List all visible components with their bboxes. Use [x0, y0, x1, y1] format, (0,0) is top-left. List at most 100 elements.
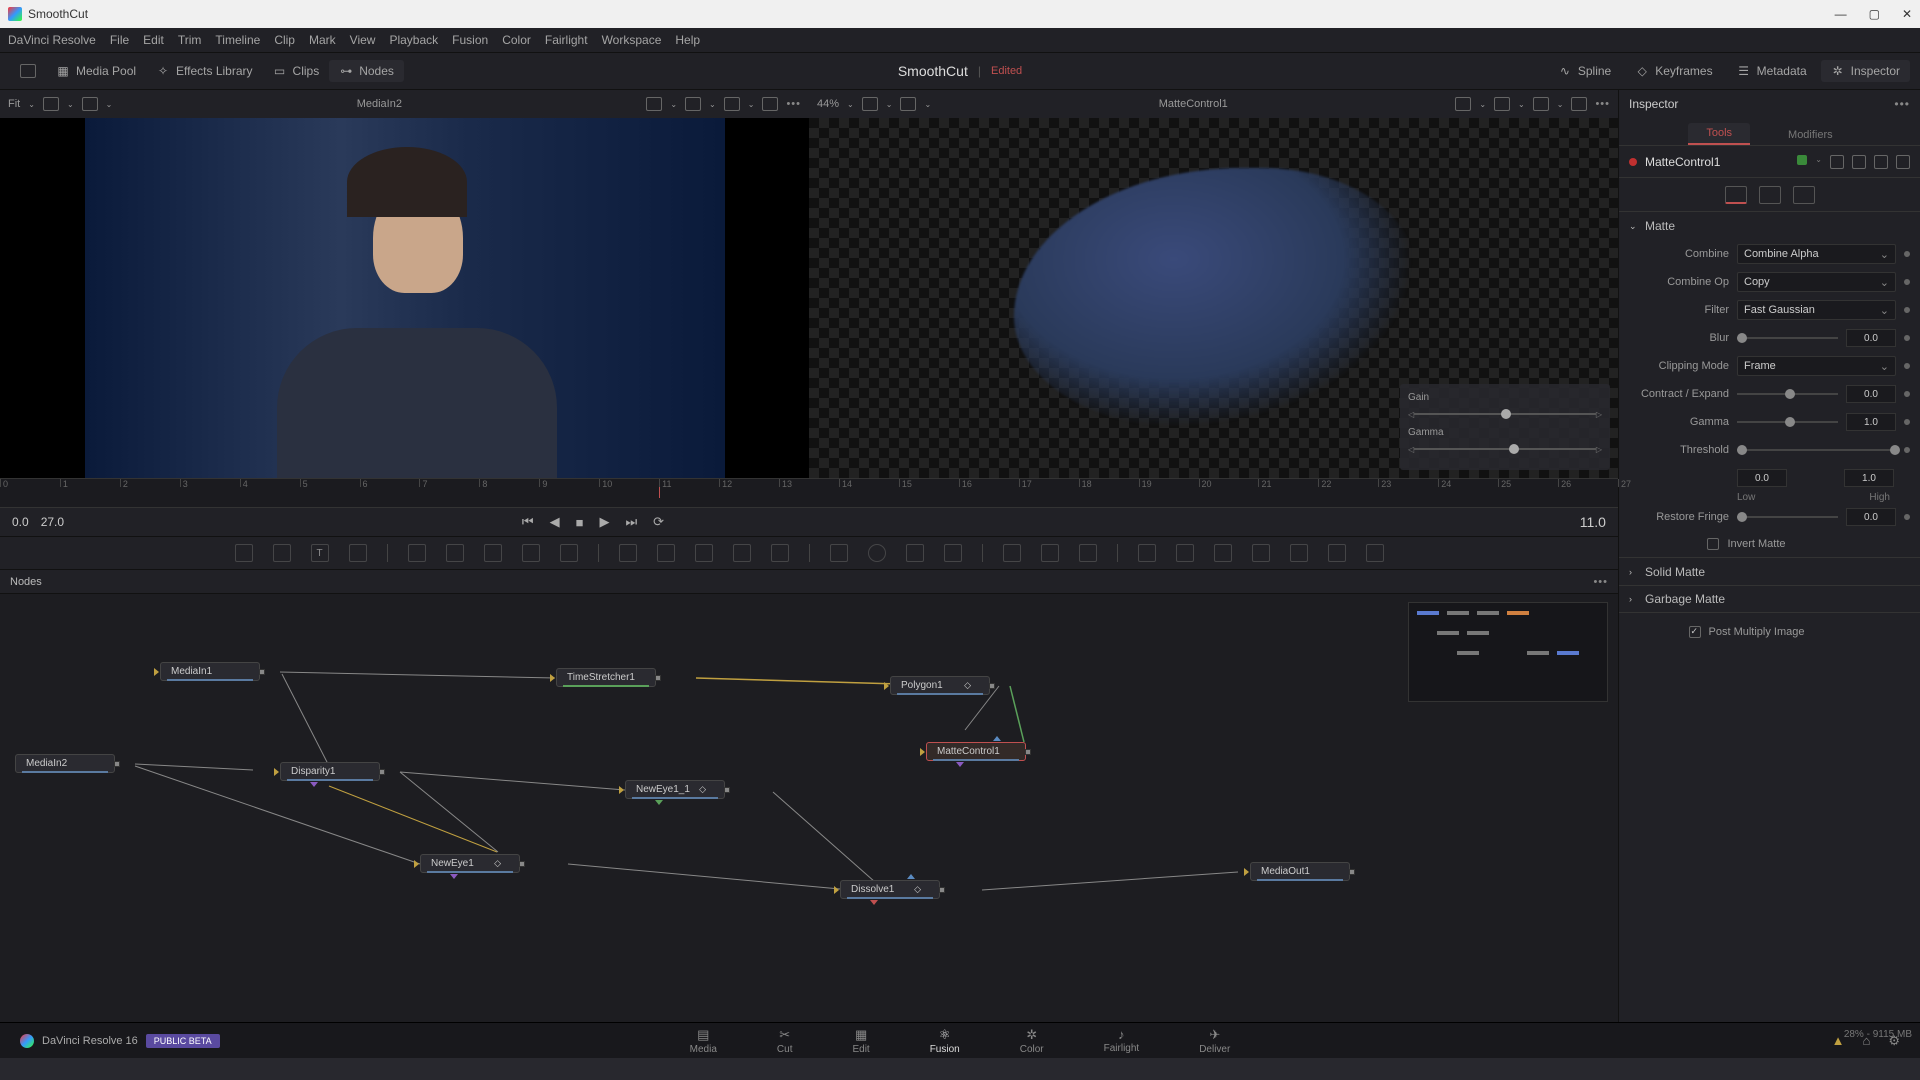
- grid-icon[interactable]: [724, 97, 740, 111]
- inspector-options-icon[interactable]: •••: [1894, 97, 1910, 111]
- gamma-field[interactable]: 1.0: [1846, 413, 1896, 431]
- layout-b-icon[interactable]: [82, 97, 98, 111]
- tool-transform-icon[interactable]: [657, 544, 675, 562]
- combineop-keyframe-icon[interactable]: [1904, 279, 1910, 285]
- home-icon[interactable]: ⌂: [1862, 1033, 1870, 1049]
- tool-3d-image-icon[interactable]: [1138, 544, 1156, 562]
- tool-text-icon[interactable]: T: [311, 544, 329, 562]
- tool-3d-merge-icon[interactable]: [1366, 544, 1384, 562]
- tool-ellipse-icon[interactable]: [868, 544, 886, 562]
- filter-keyframe-icon[interactable]: [1904, 307, 1910, 313]
- timeline-bar[interactable]: [0, 498, 1618, 508]
- menu-fairlight[interactable]: Fairlight: [545, 33, 588, 47]
- clips-button[interactable]: ▭Clips: [263, 60, 330, 82]
- gamma-slider[interactable]: ◁▷: [1408, 442, 1602, 456]
- pmi-checkbox[interactable]: [1689, 626, 1701, 638]
- tool-3d-light-icon[interactable]: [1290, 544, 1308, 562]
- threshold-high-field[interactable]: 1.0: [1844, 469, 1894, 487]
- zoom-dropdown[interactable]: 44%: [817, 98, 839, 110]
- combine-keyframe-icon[interactable]: [1904, 251, 1910, 257]
- menu-timeline[interactable]: Timeline: [215, 33, 260, 47]
- tool-polygon-icon[interactable]: [906, 544, 924, 562]
- lock-icon[interactable]: [1874, 155, 1888, 169]
- menu-trim[interactable]: Trim: [178, 33, 202, 47]
- tool-paint-icon[interactable]: [349, 544, 367, 562]
- tool-colorcorrect-icon[interactable]: [522, 544, 540, 562]
- channel-icon[interactable]: [685, 97, 701, 111]
- tab-tools[interactable]: Tools: [1688, 123, 1750, 145]
- invert-matte-checkbox[interactable]: [1707, 538, 1719, 550]
- menu-file[interactable]: File: [110, 33, 129, 47]
- tool-sharpen-icon[interactable]: [484, 544, 502, 562]
- left-viewer-canvas[interactable]: [0, 118, 809, 478]
- gamma-keyframe-icon[interactable]: [1904, 419, 1910, 425]
- warning-icon[interactable]: ▲: [1832, 1033, 1845, 1049]
- page-fairlight[interactable]: ♪Fairlight: [1104, 1027, 1140, 1054]
- minimize-button[interactable]: —: [1835, 7, 1847, 21]
- versions-icon[interactable]: [1830, 155, 1844, 169]
- restore-keyframe-icon[interactable]: [1904, 514, 1910, 520]
- grid2-icon[interactable]: [1533, 97, 1549, 111]
- goto-end-button[interactable]: ⏭: [625, 514, 637, 530]
- gain-slider[interactable]: ◁▷: [1408, 407, 1602, 421]
- settings-icon[interactable]: ⚙: [1888, 1033, 1900, 1049]
- menu-workspace[interactable]: Workspace: [602, 33, 662, 47]
- page-cut[interactable]: ✂Cut: [777, 1027, 793, 1055]
- metadata-button[interactable]: ☰Metadata: [1727, 60, 1817, 82]
- timeline-ruler[interactable]: 0123456789101112131415161718192021222324…: [0, 478, 1618, 498]
- pin-icon[interactable]: [1852, 155, 1866, 169]
- tab-modifiers[interactable]: Modifiers: [1770, 125, 1851, 145]
- layout-b2-icon[interactable]: [900, 97, 916, 111]
- menu-view[interactable]: View: [350, 33, 376, 47]
- step-back-button[interactable]: ◀: [550, 514, 560, 530]
- blur-field[interactable]: 0.0: [1846, 329, 1896, 347]
- node-dissolve[interactable]: Dissolve1◇: [840, 880, 940, 899]
- node-mediaout[interactable]: MediaOut1: [1250, 862, 1350, 881]
- range-start[interactable]: 0.0: [12, 515, 29, 529]
- tool-matte-icon[interactable]: [695, 544, 713, 562]
- page-deliver[interactable]: ✈Deliver: [1199, 1027, 1230, 1055]
- tool-background-icon[interactable]: [235, 544, 253, 562]
- tool-3d-shape-icon[interactable]: [1176, 544, 1194, 562]
- mode-1-icon[interactable]: [1759, 186, 1781, 204]
- tool-rectangle-icon[interactable]: [830, 544, 848, 562]
- layout-a-icon[interactable]: [43, 97, 59, 111]
- clipping-dropdown[interactable]: Frame: [1737, 356, 1896, 376]
- node-polygon[interactable]: Polygon1◇: [890, 676, 990, 695]
- page-media[interactable]: ▤Media: [690, 1027, 717, 1055]
- clipping-keyframe-icon[interactable]: [1904, 363, 1910, 369]
- tool-particles-icon[interactable]: [1003, 544, 1021, 562]
- node-timestretcher[interactable]: TimeStretcher1: [556, 668, 656, 687]
- menu-help[interactable]: Help: [675, 33, 700, 47]
- menu-color[interactable]: Color: [502, 33, 531, 47]
- node-mattecontrol[interactable]: MatteControl1: [926, 742, 1026, 761]
- node-mediain1[interactable]: MediaIn1: [160, 662, 260, 681]
- maximize-button[interactable]: ▢: [1869, 7, 1880, 21]
- blur-slider[interactable]: [1737, 337, 1838, 339]
- menu-edit[interactable]: Edit: [143, 33, 164, 47]
- tool-3d-camera-icon[interactable]: [1252, 544, 1270, 562]
- tool-pemitter-icon[interactable]: [1079, 544, 1097, 562]
- tool-resize-icon[interactable]: [771, 544, 789, 562]
- node-minimap[interactable]: [1408, 602, 1608, 702]
- section-matte[interactable]: ⌄Matte: [1619, 212, 1920, 240]
- inspector-button[interactable]: ✲Inspector: [1821, 60, 1910, 82]
- threshold-slider[interactable]: [1737, 449, 1896, 451]
- node-mediain2[interactable]: MediaIn2: [15, 754, 115, 773]
- fit-dropdown[interactable]: Fit: [8, 98, 20, 110]
- nodes-options-icon[interactable]: •••: [1593, 576, 1608, 588]
- section-garbage-matte[interactable]: ›Garbage Matte: [1619, 585, 1920, 613]
- close-button[interactable]: ✕: [1902, 7, 1912, 21]
- right-viewer-canvas[interactable]: Gain ◁▷ Gamma ◁▷: [809, 118, 1618, 478]
- play-button[interactable]: ▶: [599, 514, 609, 530]
- tool-tracker-icon[interactable]: [408, 544, 426, 562]
- media-pool-button[interactable]: ▦Media Pool: [46, 60, 146, 82]
- mode-2-icon[interactable]: [1793, 186, 1815, 204]
- blur-keyframe-icon[interactable]: [1904, 335, 1910, 341]
- menu-fusion[interactable]: Fusion: [452, 33, 488, 47]
- tool-blur-icon[interactable]: [446, 544, 464, 562]
- contract-slider[interactable]: [1737, 393, 1838, 395]
- node-neweye11[interactable]: NewEye1_1◇: [625, 780, 725, 799]
- page-fusion[interactable]: ⚛Fusion: [930, 1027, 960, 1055]
- threshold-low-field[interactable]: 0.0: [1737, 469, 1787, 487]
